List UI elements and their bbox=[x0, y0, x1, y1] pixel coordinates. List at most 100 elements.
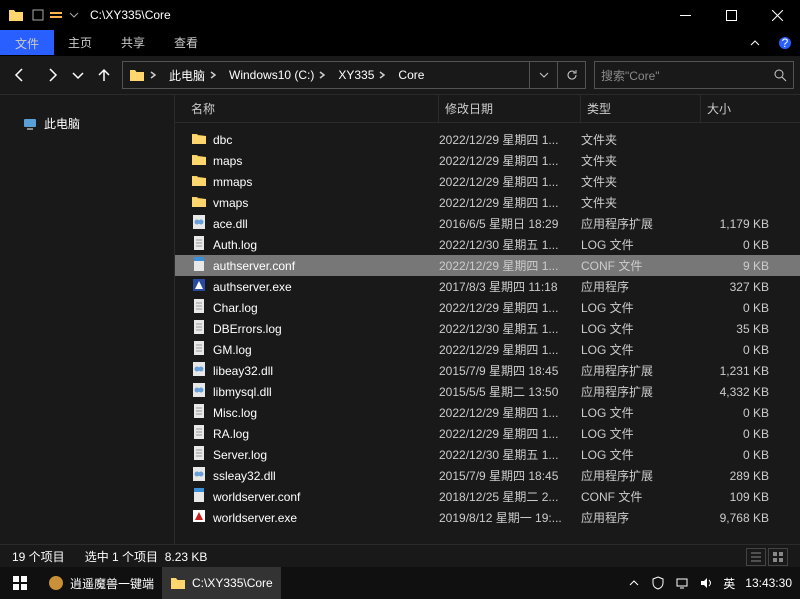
col-date[interactable]: 修改日期 bbox=[439, 95, 581, 122]
file-date: 2022/12/30 星期五 1... bbox=[439, 320, 581, 337]
breadcrumb-pc[interactable]: 此电脑 bbox=[169, 67, 205, 84]
tab-home[interactable]: 主页 bbox=[54, 30, 107, 55]
tray-network-icon[interactable] bbox=[675, 576, 689, 590]
file-size: 9,768 KB bbox=[701, 511, 781, 525]
close-button[interactable] bbox=[754, 0, 800, 30]
view-icons-button[interactable] bbox=[768, 548, 788, 566]
taskbar: 逍遥魔兽一键端 C:\XY335\Core 英 13:43:30 bbox=[0, 567, 800, 599]
taskbar-app-explorer[interactable]: C:\XY335\Core bbox=[162, 567, 281, 599]
file-icon bbox=[191, 319, 207, 338]
address-dropdown[interactable] bbox=[529, 62, 557, 88]
titlebar: C:\XY335\Core bbox=[0, 0, 800, 30]
file-row[interactable]: ssleay32.dll2015/7/9 星期四 18:45应用程序扩展289 … bbox=[175, 465, 800, 486]
navigation-pane: 此电脑 bbox=[0, 95, 175, 544]
file-date: 2022/12/29 星期四 1... bbox=[439, 404, 581, 421]
up-button[interactable] bbox=[90, 60, 118, 90]
file-row[interactable]: worldserver.conf2018/12/25 星期二 2...CONF … bbox=[175, 486, 800, 507]
file-type: 文件夹 bbox=[581, 152, 701, 169]
file-date: 2022/12/29 星期四 1... bbox=[439, 425, 581, 442]
file-size: 1,179 KB bbox=[701, 217, 781, 231]
col-type[interactable]: 类型 bbox=[581, 95, 701, 122]
col-name[interactable]: 名称 bbox=[185, 95, 439, 122]
history-dropdown[interactable] bbox=[70, 60, 86, 90]
file-date: 2022/12/29 星期四 1... bbox=[439, 299, 581, 316]
start-button[interactable] bbox=[0, 567, 40, 599]
file-icon bbox=[191, 193, 207, 212]
tray-volume-icon[interactable] bbox=[699, 576, 713, 590]
view-details-button[interactable] bbox=[746, 548, 766, 566]
file-icon bbox=[191, 298, 207, 317]
navigation-bar: 此电脑 Windows10 (C:) XY335 Core 搜索"Core" bbox=[0, 55, 800, 95]
file-date: 2022/12/29 星期四 1... bbox=[439, 341, 581, 358]
file-row[interactable]: authserver.exe2017/8/3 星期四 11:18应用程序327 … bbox=[175, 276, 800, 297]
file-row[interactable]: vmaps2022/12/29 星期四 1...文件夹 bbox=[175, 192, 800, 213]
search-input[interactable]: 搜索"Core" bbox=[594, 61, 794, 89]
file-type: 应用程序扩展 bbox=[581, 215, 701, 232]
file-row[interactable]: ace.dll2016/6/5 星期日 18:29应用程序扩展1,179 KB bbox=[175, 213, 800, 234]
file-row[interactable]: libeay32.dll2015/7/9 星期四 18:45应用程序扩展1,23… bbox=[175, 360, 800, 381]
ime-indicator[interactable]: 英 bbox=[723, 575, 735, 592]
forward-button[interactable] bbox=[38, 60, 66, 90]
breadcrumb-xy335[interactable]: XY335 bbox=[338, 68, 374, 82]
file-name: vmaps bbox=[213, 196, 248, 210]
qat-chevron-icon[interactable] bbox=[66, 7, 82, 23]
qat-props-icon[interactable] bbox=[30, 7, 46, 23]
tab-view[interactable]: 查看 bbox=[160, 30, 213, 55]
file-size: 0 KB bbox=[701, 448, 781, 462]
file-type: CONF 文件 bbox=[581, 488, 701, 505]
qat-dropdown-icon[interactable] bbox=[48, 7, 64, 23]
file-size: 109 KB bbox=[701, 490, 781, 504]
status-selection: 选中 1 个项目 8.23 KB bbox=[85, 548, 208, 565]
nav-this-pc[interactable]: 此电脑 bbox=[0, 113, 174, 134]
file-name: libeay32.dll bbox=[213, 364, 273, 378]
tab-share[interactable]: 共享 bbox=[107, 30, 160, 55]
help-button[interactable]: ? bbox=[770, 30, 800, 55]
file-row[interactable]: dbc2022/12/29 星期四 1...文件夹 bbox=[175, 129, 800, 150]
file-icon bbox=[191, 424, 207, 443]
file-row[interactable]: worldserver.exe2019/8/12 星期一 19:...应用程序9… bbox=[175, 507, 800, 528]
breadcrumb-core[interactable]: Core bbox=[398, 68, 424, 82]
system-tray: 英 13:43:30 bbox=[627, 575, 800, 592]
file-row[interactable]: authserver.conf2022/12/29 星期四 1...CONF 文… bbox=[175, 255, 800, 276]
file-row[interactable]: mmaps2022/12/29 星期四 1...文件夹 bbox=[175, 171, 800, 192]
file-row[interactable]: maps2022/12/29 星期四 1...文件夹 bbox=[175, 150, 800, 171]
clock[interactable]: 13:43:30 bbox=[745, 576, 792, 590]
file-row[interactable]: Auth.log2022/12/30 星期五 1...LOG 文件0 KB bbox=[175, 234, 800, 255]
maximize-button[interactable] bbox=[708, 0, 754, 30]
file-type: LOG 文件 bbox=[581, 404, 701, 421]
file-icon bbox=[191, 487, 207, 506]
file-row[interactable]: Misc.log2022/12/29 星期四 1...LOG 文件0 KB bbox=[175, 402, 800, 423]
tab-file[interactable]: 文件 bbox=[0, 30, 54, 55]
file-icon bbox=[191, 508, 207, 527]
address-bar[interactable]: 此电脑 Windows10 (C:) XY335 Core bbox=[122, 61, 586, 89]
breadcrumb-drive[interactable]: Windows10 (C:) bbox=[229, 68, 314, 82]
file-type: 应用程序扩展 bbox=[581, 383, 701, 400]
file-row[interactable]: RA.log2022/12/29 星期四 1...LOG 文件0 KB bbox=[175, 423, 800, 444]
svg-text:?: ? bbox=[782, 36, 789, 50]
ribbon-tabs: 文件 主页 共享 查看 ? bbox=[0, 30, 800, 55]
file-name: DBErrors.log bbox=[213, 322, 282, 336]
tray-up-icon[interactable] bbox=[627, 576, 641, 590]
file-name: worldserver.conf bbox=[213, 490, 300, 504]
file-icon bbox=[191, 256, 207, 275]
file-type: LOG 文件 bbox=[581, 299, 701, 316]
ribbon-expand-button[interactable] bbox=[740, 30, 770, 55]
file-row[interactable]: Char.log2022/12/29 星期四 1...LOG 文件0 KB bbox=[175, 297, 800, 318]
minimize-button[interactable] bbox=[662, 0, 708, 30]
file-type: 文件夹 bbox=[581, 131, 701, 148]
refresh-button[interactable] bbox=[557, 62, 585, 88]
file-row[interactable]: GM.log2022/12/29 星期四 1...LOG 文件0 KB bbox=[175, 339, 800, 360]
file-type: 文件夹 bbox=[581, 173, 701, 190]
file-size: 289 KB bbox=[701, 469, 781, 483]
file-icon bbox=[191, 445, 207, 464]
taskbar-app-wow[interactable]: 逍遥魔兽一键端 bbox=[40, 567, 162, 599]
column-headers: 名称 修改日期 类型 大小 bbox=[175, 95, 800, 123]
col-size[interactable]: 大小 bbox=[701, 95, 781, 122]
file-row[interactable]: Server.log2022/12/30 星期五 1...LOG 文件0 KB bbox=[175, 444, 800, 465]
file-row[interactable]: libmysql.dll2015/5/5 星期二 13:50应用程序扩展4,33… bbox=[175, 381, 800, 402]
file-row[interactable]: DBErrors.log2022/12/30 星期五 1...LOG 文件35 … bbox=[175, 318, 800, 339]
tray-guard-icon[interactable] bbox=[651, 576, 665, 590]
back-button[interactable] bbox=[6, 60, 34, 90]
file-date: 2022/12/29 星期四 1... bbox=[439, 257, 581, 274]
file-size: 0 KB bbox=[701, 406, 781, 420]
